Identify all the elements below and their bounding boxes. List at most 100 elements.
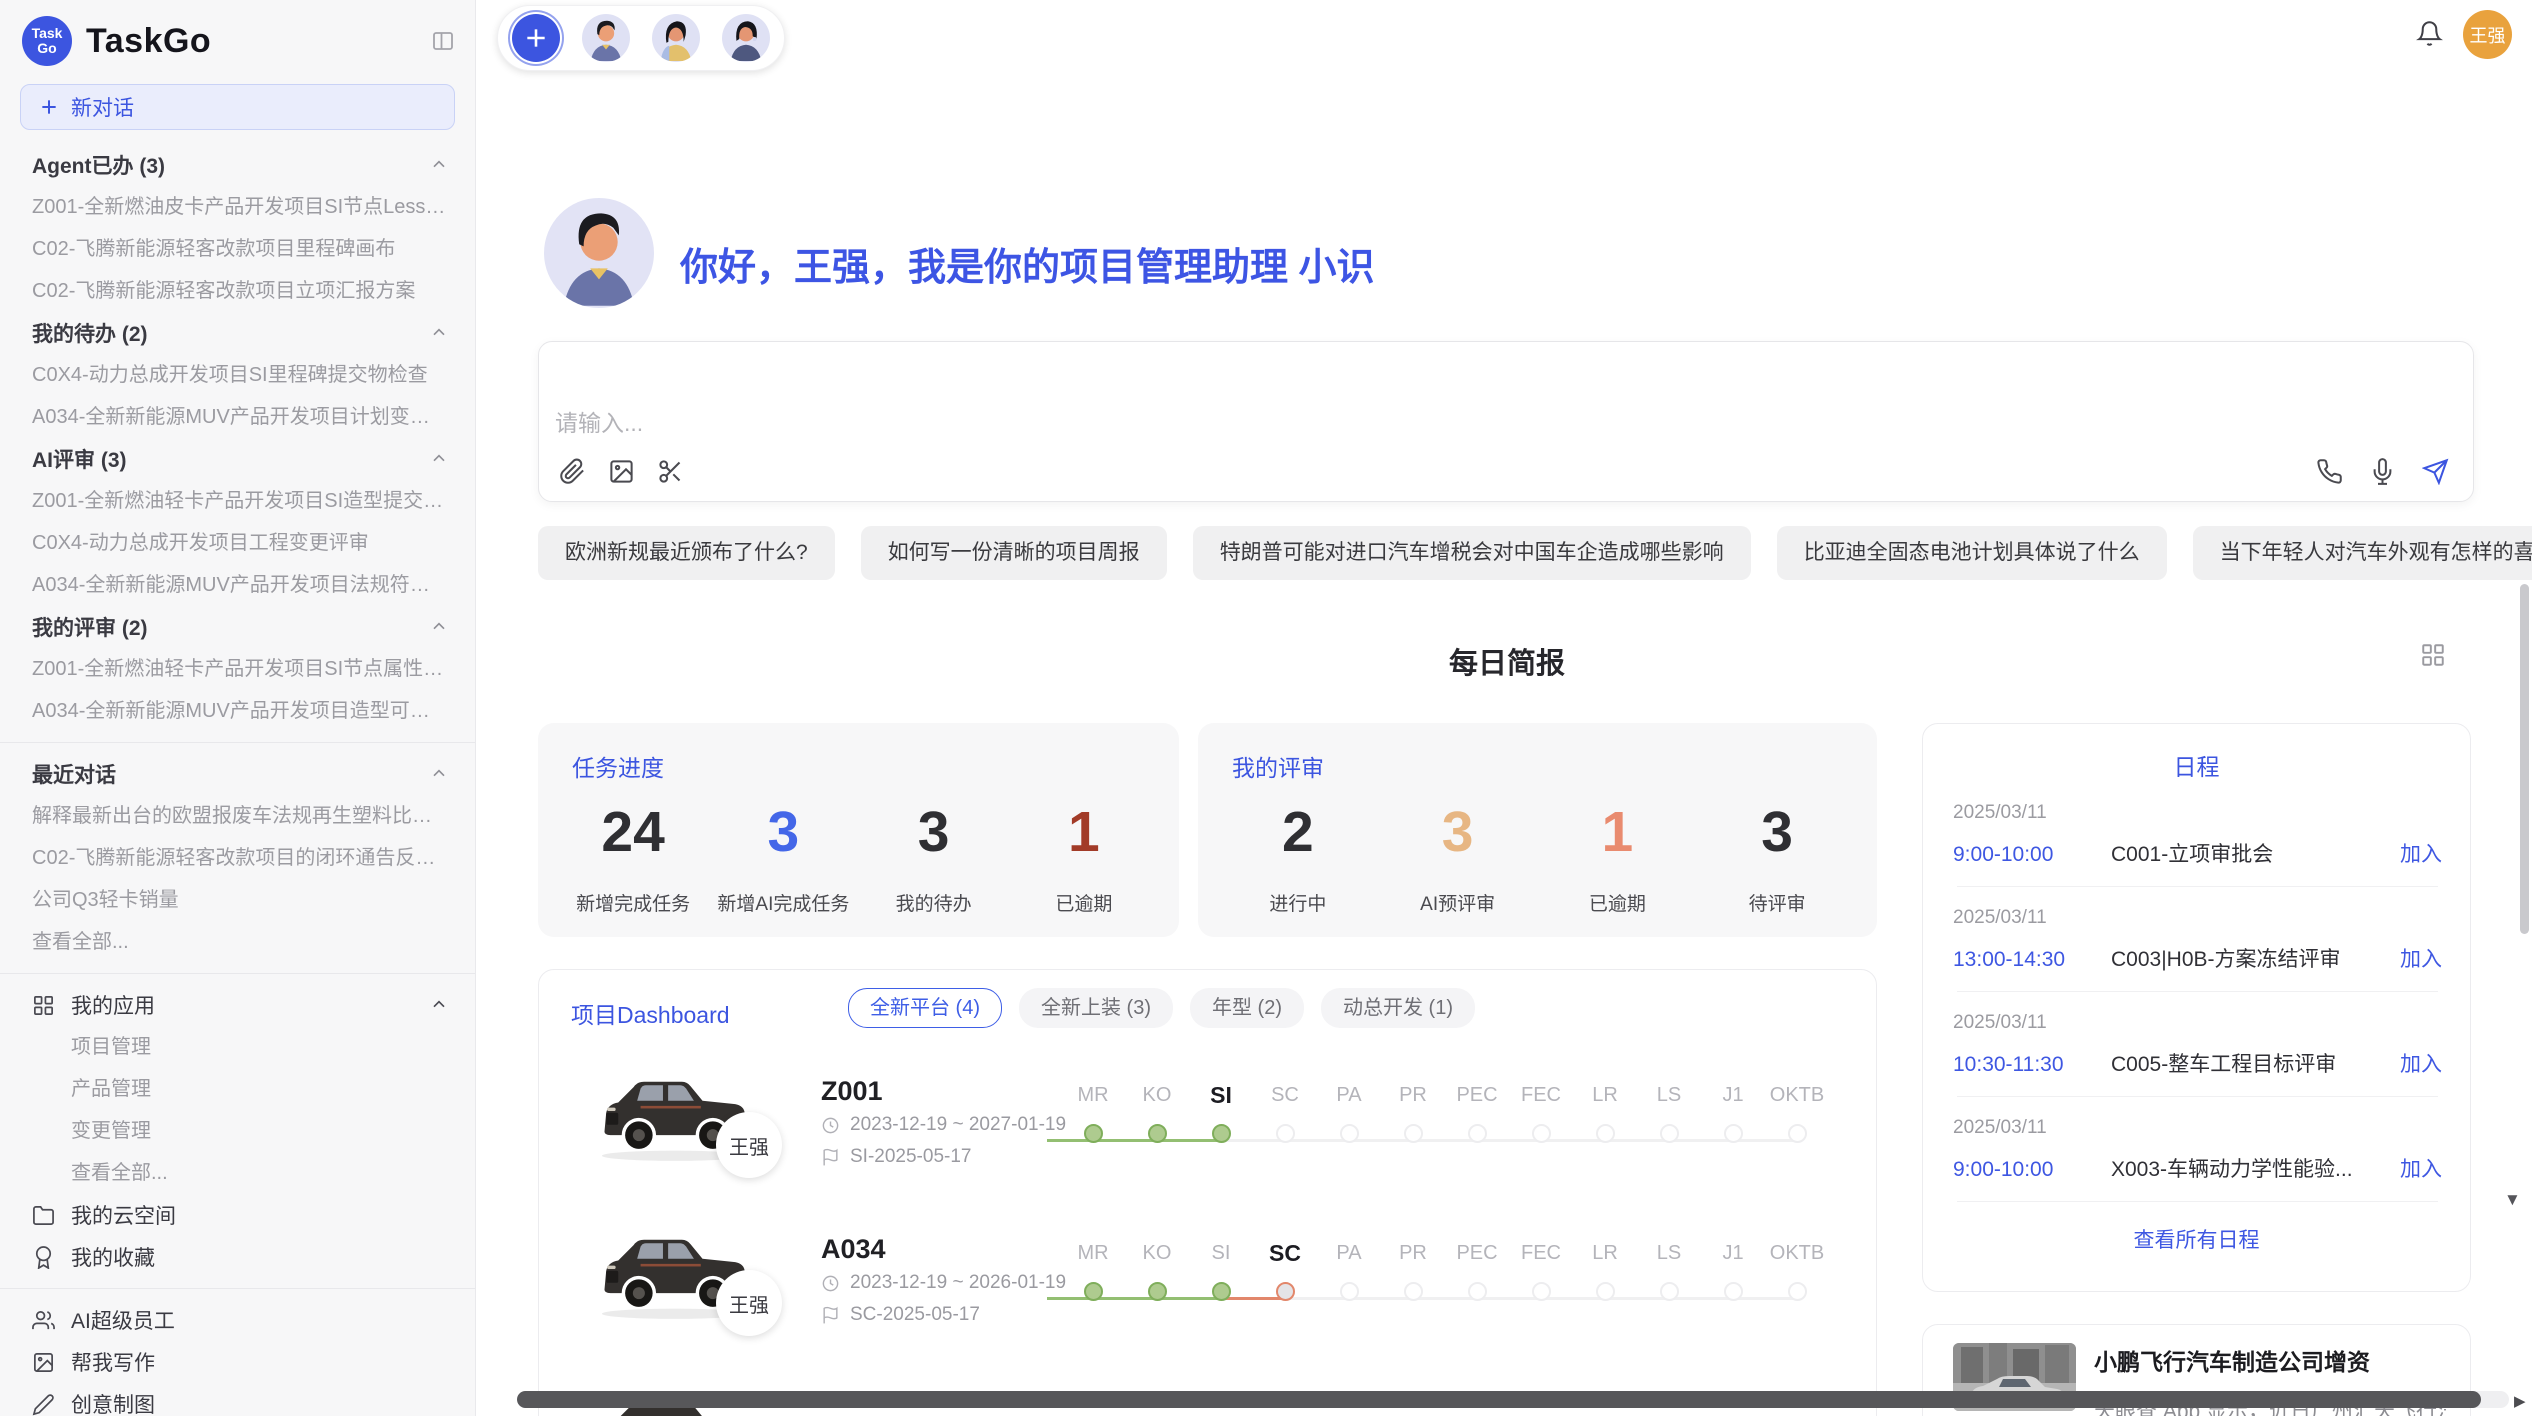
horizontal-scrollbar[interactable] [517,1391,2509,1408]
milestone-LR: LR [1573,1238,1637,1301]
stat-card: 任务进度24新增完成任务3新增AI完成任务3我的待办1已逾期 [538,723,1179,937]
project-dates: 2023-12-19 ~ 2027-01-19 [821,1114,1066,1136]
dashboard-filter-pill[interactable]: 全新平台 (4) [848,988,1002,1028]
sidebar-item[interactable]: A034-全新新能源MUV产品开发项目造型可行性评审 [0,690,475,732]
milestone-label: PR [1381,1080,1445,1110]
milestone-dot [1532,1124,1551,1143]
scroll-right-icon[interactable]: ▶ [2514,1392,2526,1410]
phone-icon[interactable] [2316,458,2343,485]
suggestion-chip[interactable]: 当下年轻人对汽车外观有怎样的喜好趋势 [2193,526,2532,580]
recent-chat-item[interactable]: 公司Q3轻卡销量 [0,879,475,921]
suggestion-chip[interactable]: 欧洲新规最近颁布了什么? [538,526,835,580]
notification-bell-icon[interactable] [2416,20,2443,47]
sidebar-item-my-apps[interactable]: 我的应用 [0,984,475,1026]
sidebar-item[interactable]: C02-飞腾新能源轻客改款项目立项汇报方案 [0,270,475,312]
add-member-button[interactable] [512,14,560,62]
stat-value: 3 [708,799,858,865]
sidebar-section-header-1[interactable]: 我的待办 (2) [0,312,475,354]
sidebar-divider [0,973,475,974]
suggestion-chip[interactable]: 特朗普可能对进口汽车增税会对中国车企造成哪些影响 [1193,526,1751,580]
app-sub-item[interactable]: 产品管理 [0,1068,475,1110]
send-icon[interactable] [2422,458,2449,485]
app-sub-item[interactable]: 查看全部... [0,1152,475,1194]
folder-icon [32,1204,55,1227]
app-sub-item[interactable]: 变更管理 [0,1110,475,1152]
milestone-PA: PA [1317,1080,1381,1143]
join-button[interactable]: 加入 [2400,838,2442,868]
milestone-label: J1 [1701,1080,1765,1110]
member-avatar[interactable] [722,14,770,62]
paperclip-icon[interactable] [559,458,586,485]
dashboard-filter-pill[interactable]: 年型 (2) [1190,988,1304,1028]
recent-chat-item[interactable]: C02-飞腾新能源轻客改款项目的闭环通告反馈情况 [0,837,475,879]
briefing-title: 每日简报 [538,640,2476,682]
milestone-dot [1404,1282,1423,1301]
stat-card-title: 任务进度 [558,749,1159,783]
view-all-schedule-link[interactable]: 查看所有日程 [1923,1224,2470,1254]
join-button[interactable]: 加入 [2400,1048,2442,1078]
owner-badge: 王强 [716,1112,782,1178]
stat-label: 已逾期 [1538,889,1698,916]
sidebar-item[interactable]: C0X4-动力总成开发项目工程变更评审 [0,522,475,564]
sidebar-item[interactable]: 我的收藏 [0,1236,475,1278]
dashboard-filter-pill[interactable]: 全新上装 (3) [1019,988,1173,1028]
sidebar-tool-item[interactable]: AI超级员工 [0,1299,475,1341]
join-button[interactable]: 加入 [2400,1153,2442,1183]
suggestion-chip[interactable]: 比亚迪全固态电池计划具体说了什么 [1777,526,2167,580]
sidebar-tool-item[interactable]: 创意制图 [0,1383,475,1416]
suggestion-chips: 欧洲新规最近颁布了什么? 如何写一份清晰的项目周报特朗普可能对进口汽车增税会对中国… [538,526,2532,580]
section-header-label: AI评审 (3) [32,444,127,474]
milestone-dot [1084,1282,1103,1301]
sidebar-section-header-2[interactable]: AI评审 (3) [0,438,475,480]
sidebar-item[interactable]: 我的云空间 [0,1194,475,1236]
join-button[interactable]: 加入 [2400,943,2442,973]
horizontal-scrollbar-thumb[interactable] [517,1391,2481,1408]
clock-icon [821,1274,840,1293]
recent-chat-item[interactable]: 解释最新出台的欧盟报废车法规再生塑料比例被调至15%... [0,795,475,837]
new-chat-label: 新对话 [71,92,134,122]
apps-grid-icon [32,994,55,1017]
vertical-scrollbar-thumb[interactable] [2520,584,2529,934]
event-title: X003-车辆动力学性能验... [2111,1153,2388,1183]
schedule-event: 2025/03/1110:30-11:30C005-整车工程目标评审加入 [1923,992,2470,1097]
sidebar-item[interactable]: C02-飞腾新能源轻客改款项目里程碑画布 [0,228,475,270]
sidebar-item[interactable]: Z001-全新燃油轻卡产品开发项目SI造型提交物评审 [0,480,475,522]
milestone-label: MR [1061,1238,1125,1268]
sidebar-section-header-recent[interactable]: 最近对话 [0,753,475,795]
user-avatar[interactable]: 王强 [2463,10,2512,59]
microphone-icon[interactable] [2369,458,2396,485]
sidebar-item[interactable]: C0X4-动力总成开发项目SI里程碑提交物检查 [0,354,475,396]
sidebar-item[interactable]: Z001-全新燃油轻卡产品开发项目SI节点属性5D文件评审 [0,648,475,690]
scissors-icon[interactable] [657,458,684,485]
sidebar-tool-item[interactable]: 帮我写作 [0,1341,475,1383]
project-row-Z001[interactable]: 王强Z0012023-12-19 ~ 2027-01-19SI-2025-05-… [539,1050,1876,1208]
app-sub-item[interactable]: 项目管理 [0,1026,475,1068]
member-avatar[interactable] [582,14,630,62]
project-row-A034[interactable]: 王强A0342023-12-19 ~ 2026-01-19SC-2025-05-… [539,1208,1876,1366]
dashboard-filter-pill[interactable]: 动总开发 (1) [1321,988,1475,1028]
milestone-track: MRKOSISCPAPRPECFECLRLSJ1OKTB [1061,1238,1829,1301]
sidebar-section-header-0[interactable]: Agent已办 (3) [0,144,475,186]
image-icon[interactable] [608,458,635,485]
stat-label: 进行中 [1218,889,1378,916]
stat-item: 1已逾期 [1538,799,1698,916]
milestone-MR: MR [1061,1080,1125,1143]
project-dates-text: 2023-12-19 ~ 2027-01-19 [850,1114,1066,1136]
sidebar-item[interactable]: A034-全新新能源MUV产品开发项目计划变更表编写 [0,396,475,438]
milestone-dot [1340,1282,1359,1301]
sidebar-item[interactable]: A034-全新新能源MUV产品开发项目法规符合性评审 [0,564,475,606]
layout-grid-icon[interactable] [2420,642,2446,668]
project-dashboard-card: 项目Dashboard 全新平台 (4)全新上装 (3)年型 (2)动总开发 (… [538,969,1877,1416]
milestone-dot [1788,1124,1807,1143]
scroll-down-icon[interactable]: ▼ [2504,1190,2521,1210]
schedule-event: 2025/03/119:00-10:00C001-立项审批会加入 [1923,782,2470,887]
sidebar-collapse-icon[interactable] [431,29,455,53]
milestone-dot [1724,1124,1743,1143]
sidebar-section-header-3[interactable]: 我的评审 (2) [0,606,475,648]
recent-chat-item[interactable]: 查看全部... [0,921,475,963]
new-chat-button[interactable]: 新对话 [20,84,455,130]
suggestion-chip[interactable]: 如何写一份清晰的项目周报 [861,526,1167,580]
message-input[interactable]: 请输入... [538,341,2474,502]
sidebar-item[interactable]: Z001-全新燃油皮卡产品开发项目SI节点Lesson Learn报告 [0,186,475,228]
member-avatar[interactable] [652,14,700,62]
